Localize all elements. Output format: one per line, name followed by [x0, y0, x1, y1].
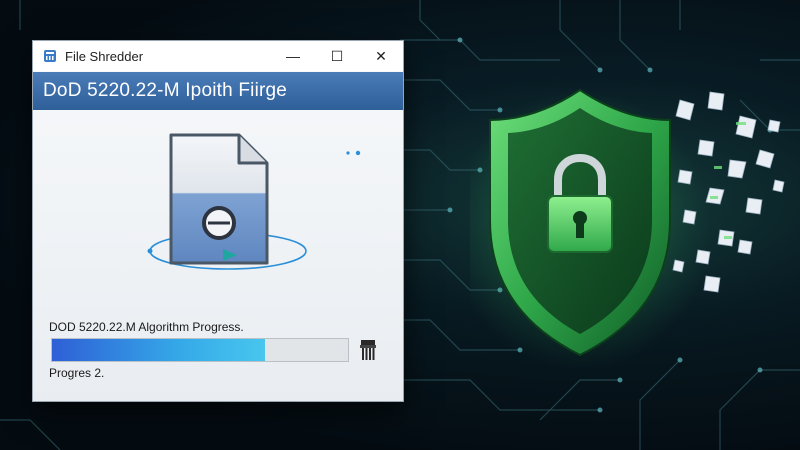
sparkle-dots-icon: [346, 150, 361, 156]
progress-fill: [52, 339, 266, 361]
maximize-button[interactable]: ☐: [315, 41, 359, 71]
file-shredder-window: File Shredder — ☐ ✕ DoD 5220.22-M Ipoith…: [32, 40, 404, 402]
window-title: File Shredder: [65, 48, 144, 64]
window-controls: — ☐ ✕: [271, 41, 403, 71]
progress-label: DOD 5220.22.M Algorithm Progress.: [49, 320, 244, 334]
title-bar[interactable]: File Shredder — ☐ ✕: [33, 41, 403, 71]
shield-icon: [470, 88, 785, 370]
desktop-scene: File Shredder — ☐ ✕ DoD 5220.22-M Ipoith…: [0, 0, 800, 450]
minimize-icon: —: [286, 48, 300, 64]
algorithm-banner: DoD 5220.22-M Ipoith Fiirge: [33, 72, 403, 110]
banner-title: DoD 5220.22-M Ipoith Fiirge: [43, 80, 288, 101]
file-shredder-icon: [44, 50, 56, 62]
shredder-icon[interactable]: [359, 339, 377, 361]
minimize-button[interactable]: —: [271, 41, 315, 71]
progress-status: Progres 2.: [49, 366, 105, 380]
close-icon: ✕: [375, 47, 387, 64]
maximize-icon: ☐: [330, 47, 344, 64]
document-icon: [147, 133, 307, 270]
progress-bar: [51, 338, 349, 362]
close-button[interactable]: ✕: [359, 41, 403, 71]
